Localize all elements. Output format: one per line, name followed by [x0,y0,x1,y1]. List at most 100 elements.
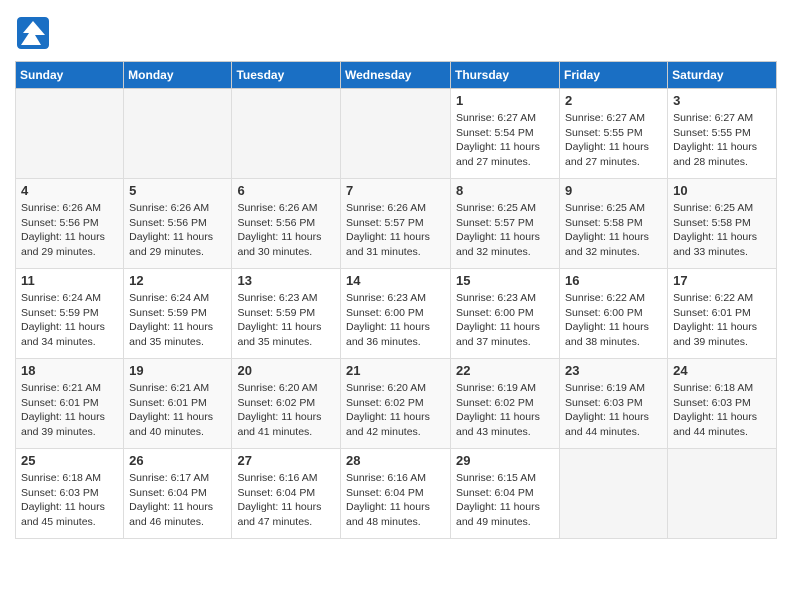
day-info: Sunrise: 6:24 AM Sunset: 5:59 PM Dayligh… [129,291,226,350]
day-number: 17 [673,273,771,288]
day-info: Sunrise: 6:26 AM Sunset: 5:57 PM Dayligh… [346,201,445,260]
day-number: 19 [129,363,226,378]
day-number: 13 [237,273,335,288]
calendar-cell: 13 Sunrise: 6:23 AM Sunset: 5:59 PM Dayli… [232,269,341,359]
day-number: 8 [456,183,554,198]
day-info: Sunrise: 6:18 AM Sunset: 6:03 PM Dayligh… [21,471,118,530]
weekday-header-monday: Monday [124,62,232,89]
calendar-cell: 14 Sunrise: 6:23 AM Sunset: 6:00 PM Dayli… [341,269,451,359]
weekday-header-saturday: Saturday [668,62,777,89]
calendar-body: 1 Sunrise: 6:27 AM Sunset: 5:54 PM Daylig… [16,89,777,539]
day-number: 16 [565,273,662,288]
day-number: 24 [673,363,771,378]
day-number: 29 [456,453,554,468]
day-info: Sunrise: 6:20 AM Sunset: 6:02 PM Dayligh… [346,381,445,440]
day-number: 9 [565,183,662,198]
calendar-cell: 23 Sunrise: 6:19 AM Sunset: 6:03 PM Dayli… [560,359,668,449]
day-info: Sunrise: 6:21 AM Sunset: 6:01 PM Dayligh… [129,381,226,440]
calendar-table: SundayMondayTuesdayWednesdayThursdayFrid… [15,61,777,539]
calendar-cell: 22Sunrise: 6:19 AM Sunset: 6:02 PM Dayli… [451,359,560,449]
day-info: Sunrise: 6:19 AM Sunset: 6:02 PM Dayligh… [456,381,554,440]
day-info: Sunrise: 6:15 AM Sunset: 6:04 PM Dayligh… [456,471,554,530]
calendar-cell: 10 Sunrise: 6:25 AM Sunset: 5:58 PM Dayli… [668,179,777,269]
day-info: Sunrise: 6:23 AM Sunset: 5:59 PM Dayligh… [237,291,335,350]
calendar-cell: 26 Sunrise: 6:17 AM Sunset: 6:04 PM Dayli… [124,449,232,539]
calendar-cell: 17 Sunrise: 6:22 AM Sunset: 6:01 PM Dayli… [668,269,777,359]
day-number: 4 [21,183,118,198]
calendar-week-row: 11 Sunrise: 6:24 AM Sunset: 5:59 PM Dayli… [16,269,777,359]
day-number: 2 [565,93,662,108]
calendar-cell: 11 Sunrise: 6:24 AM Sunset: 5:59 PM Dayli… [16,269,124,359]
calendar-cell: 7 Sunrise: 6:26 AM Sunset: 5:57 PM Daylig… [341,179,451,269]
day-info: Sunrise: 6:24 AM Sunset: 5:59 PM Dayligh… [21,291,118,350]
day-number: 11 [21,273,118,288]
day-info: Sunrise: 6:27 AM Sunset: 5:55 PM Dayligh… [565,111,662,170]
calendar-cell: 29 Sunrise: 6:15 AM Sunset: 6:04 PM Dayli… [451,449,560,539]
calendar-cell [560,449,668,539]
calendar-cell [16,89,124,179]
day-info: Sunrise: 6:25 AM Sunset: 5:58 PM Dayligh… [673,201,771,260]
calendar-cell: 6 Sunrise: 6:26 AM Sunset: 5:56 PM Daylig… [232,179,341,269]
logo [15,15,55,51]
page-header [15,15,777,51]
day-info: Sunrise: 6:16 AM Sunset: 6:04 PM Dayligh… [346,471,445,530]
day-number: 10 [673,183,771,198]
day-number: 12 [129,273,226,288]
calendar-week-row: 18 Sunrise: 6:21 AM Sunset: 6:01 PM Dayli… [16,359,777,449]
day-number: 20 [237,363,335,378]
calendar-cell [341,89,451,179]
day-info: Sunrise: 6:27 AM Sunset: 5:54 PM Dayligh… [456,111,554,170]
day-number: 25 [21,453,118,468]
calendar-cell: 8 Sunrise: 6:25 AM Sunset: 5:57 PM Daylig… [451,179,560,269]
day-number: 26 [129,453,226,468]
weekday-header-thursday: Thursday [451,62,560,89]
day-number: 23 [565,363,662,378]
calendar-cell: 21Sunrise: 6:20 AM Sunset: 6:02 PM Dayli… [341,359,451,449]
calendar-cell: 18 Sunrise: 6:21 AM Sunset: 6:01 PM Dayli… [16,359,124,449]
calendar-cell: 5 Sunrise: 6:26 AM Sunset: 5:56 PM Daylig… [124,179,232,269]
day-info: Sunrise: 6:23 AM Sunset: 6:00 PM Dayligh… [456,291,554,350]
calendar-header-row: SundayMondayTuesdayWednesdayThursdayFrid… [16,62,777,89]
calendar-cell: 20 Sunrise: 6:20 AM Sunset: 6:02 PM Dayli… [232,359,341,449]
calendar-cell: 24 Sunrise: 6:18 AM Sunset: 6:03 PM Dayli… [668,359,777,449]
day-info: Sunrise: 6:26 AM Sunset: 5:56 PM Dayligh… [129,201,226,260]
weekday-header-friday: Friday [560,62,668,89]
day-info: Sunrise: 6:23 AM Sunset: 6:00 PM Dayligh… [346,291,445,350]
day-number: 18 [21,363,118,378]
calendar-cell: 9 Sunrise: 6:25 AM Sunset: 5:58 PM Daylig… [560,179,668,269]
calendar-cell: 1 Sunrise: 6:27 AM Sunset: 5:54 PM Daylig… [451,89,560,179]
calendar-week-row: 25 Sunrise: 6:18 AM Sunset: 6:03 PM Dayli… [16,449,777,539]
day-info: Sunrise: 6:22 AM Sunset: 6:00 PM Dayligh… [565,291,662,350]
calendar-cell [232,89,341,179]
day-number: 1 [456,93,554,108]
calendar-cell: 15 Sunrise: 6:23 AM Sunset: 6:00 PM Dayli… [451,269,560,359]
day-info: Sunrise: 6:20 AM Sunset: 6:02 PM Dayligh… [237,381,335,440]
day-number: 6 [237,183,335,198]
day-number: 15 [456,273,554,288]
day-info: Sunrise: 6:27 AM Sunset: 5:55 PM Dayligh… [673,111,771,170]
day-info: Sunrise: 6:17 AM Sunset: 6:04 PM Dayligh… [129,471,226,530]
calendar-cell: 19 Sunrise: 6:21 AM Sunset: 6:01 PM Dayli… [124,359,232,449]
day-info: Sunrise: 6:18 AM Sunset: 6:03 PM Dayligh… [673,381,771,440]
day-info: Sunrise: 6:19 AM Sunset: 6:03 PM Dayligh… [565,381,662,440]
day-info: Sunrise: 6:26 AM Sunset: 5:56 PM Dayligh… [237,201,335,260]
calendar-cell: 28Sunrise: 6:16 AM Sunset: 6:04 PM Dayli… [341,449,451,539]
day-info: Sunrise: 6:16 AM Sunset: 6:04 PM Dayligh… [237,471,335,530]
day-info: Sunrise: 6:21 AM Sunset: 6:01 PM Dayligh… [21,381,118,440]
day-info: Sunrise: 6:25 AM Sunset: 5:57 PM Dayligh… [456,201,554,260]
day-number: 27 [237,453,335,468]
day-info: Sunrise: 6:22 AM Sunset: 6:01 PM Dayligh… [673,291,771,350]
calendar-cell: 12 Sunrise: 6:24 AM Sunset: 5:59 PM Dayli… [124,269,232,359]
calendar-cell: 27 Sunrise: 6:16 AM Sunset: 6:04 PM Dayli… [232,449,341,539]
weekday-header-tuesday: Tuesday [232,62,341,89]
calendar-week-row: 1 Sunrise: 6:27 AM Sunset: 5:54 PM Daylig… [16,89,777,179]
calendar-cell [668,449,777,539]
calendar-cell [124,89,232,179]
day-number: 5 [129,183,226,198]
day-info: Sunrise: 6:26 AM Sunset: 5:56 PM Dayligh… [21,201,118,260]
day-number: 14 [346,273,445,288]
calendar-cell: 2 Sunrise: 6:27 AM Sunset: 5:55 PM Daylig… [560,89,668,179]
weekday-header-sunday: Sunday [16,62,124,89]
day-info: Sunrise: 6:25 AM Sunset: 5:58 PM Dayligh… [565,201,662,260]
day-number: 7 [346,183,445,198]
